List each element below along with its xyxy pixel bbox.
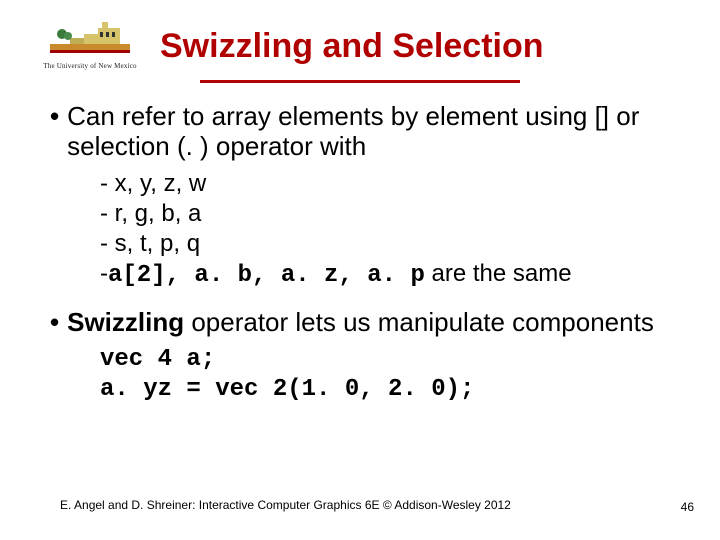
bullet-2-tail: operator lets us manipulate components xyxy=(184,307,654,337)
bullet-1-text: Can refer to array elements by element u… xyxy=(67,101,680,161)
bullet-dot-icon: • xyxy=(50,101,59,131)
code-line-2: a. yz = vec 2(1. 0, 2. 0); xyxy=(100,375,680,405)
bullet-1: • Can refer to array elements by element… xyxy=(50,101,680,161)
university-logo-icon xyxy=(50,20,130,60)
sublist-1: - x, y, z, w - r, g, b, a - s, t, p, q -… xyxy=(50,169,680,291)
slide-title: Swizzling and Selection xyxy=(160,20,544,65)
sub-item-4-code: a[2], a. b, a. z, a. p xyxy=(108,262,425,289)
code-line-1: vec 4 a; xyxy=(100,345,680,375)
bullet-2-bold: Swizzling xyxy=(67,307,184,337)
sub-item-2-text: r, g, b, a xyxy=(115,200,202,227)
footer-credit: E. Angel and D. Shreiner: Interactive Co… xyxy=(60,498,511,512)
bullet-2: • Swizzling operator lets us manipulate … xyxy=(50,307,680,337)
header: The University of New Mexico Swizzling a… xyxy=(40,20,680,70)
logo-block: The University of New Mexico xyxy=(40,20,140,70)
sub-item-3: - s, t, p, q xyxy=(100,229,680,259)
sub-item-1: - x, y, z, w xyxy=(100,169,680,199)
sub-item-4: -a[2], a. b, a. z, a. p are the same xyxy=(100,259,680,291)
code-block: vec 4 a; a. yz = vec 2(1. 0, 2. 0); xyxy=(50,345,680,405)
slide-content: • Can refer to array elements by element… xyxy=(40,101,680,405)
sub-item-2: - r, g, b, a xyxy=(100,199,680,229)
bullet-2-text: Swizzling operator lets us manipulate co… xyxy=(67,307,654,337)
page-number: 46 xyxy=(681,500,694,514)
sub-item-3-text: s, t, p, q xyxy=(115,230,200,257)
sub-item-1-text: x, y, z, w xyxy=(115,170,207,197)
university-name: The University of New Mexico xyxy=(40,62,140,70)
slide: The University of New Mexico Swizzling a… xyxy=(0,0,720,540)
sub-item-4-tail: are the same xyxy=(425,260,572,287)
title-underline xyxy=(200,80,520,83)
bullet-dot-icon: • xyxy=(50,307,59,337)
